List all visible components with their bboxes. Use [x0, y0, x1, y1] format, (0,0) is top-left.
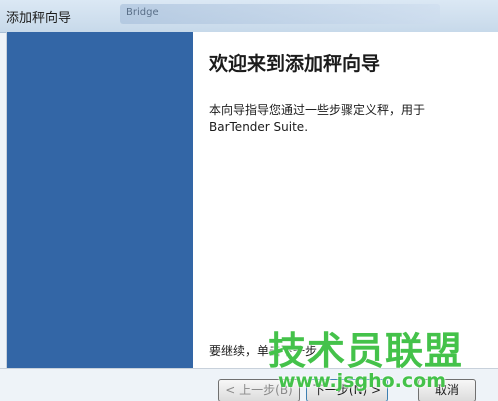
wizard-button-bar: < 上一步(B) 下一步(N) > 取消 — [0, 368, 498, 401]
wizard-heading: 欢迎来到添加秤向导 — [209, 53, 381, 75]
wizard-side-panel — [7, 32, 193, 368]
title-bar[interactable]: Bridge 添加秤向导 — [0, 0, 498, 33]
background-window-tab — [120, 4, 440, 24]
cancel-button[interactable]: 取消 — [418, 379, 476, 401]
background-window-tab-label: Bridge — [126, 7, 159, 18]
window-title: 添加秤向导 — [6, 11, 72, 26]
wizard-window: Bridge 添加秤向导 欢迎来到添加秤向导 本向导指导您通过一些步骤定义秤，用… — [0, 0, 498, 401]
wizard-content: 欢迎来到添加秤向导 本向导指导您通过一些步骤定义秤，用于 BarTender S… — [6, 32, 498, 368]
back-button[interactable]: < 上一步(B) — [218, 379, 300, 401]
wizard-description: 本向导指导您通过一些步骤定义秤，用于 BarTender Suite. — [209, 103, 426, 134]
wizard-continue-text: 要继续，单击下一步。 — [209, 344, 330, 358]
next-button[interactable]: 下一步(N) > — [306, 379, 388, 401]
